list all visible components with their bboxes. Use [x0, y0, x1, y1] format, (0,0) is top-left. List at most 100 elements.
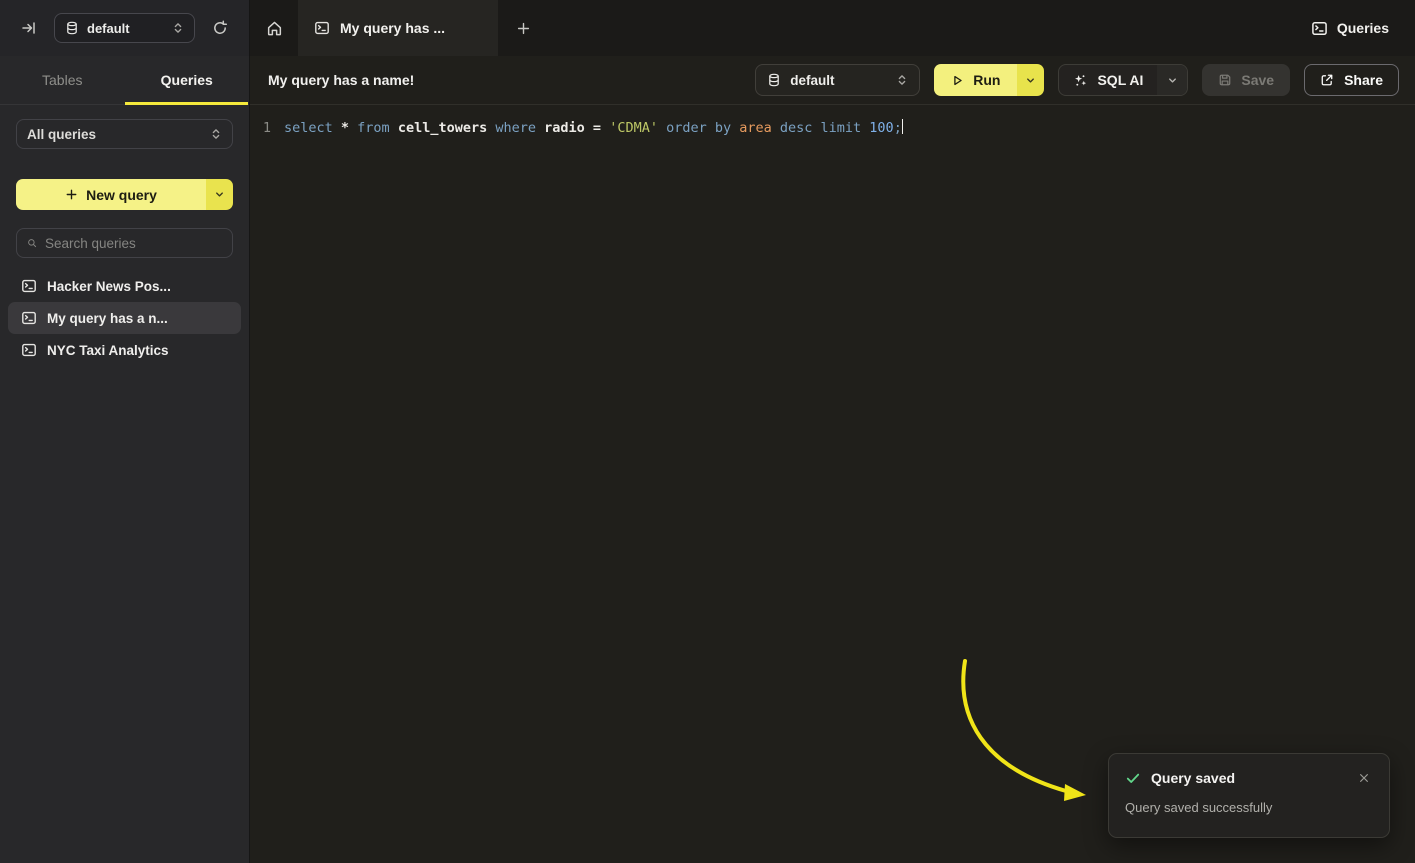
- save-label: Save: [1241, 72, 1274, 88]
- editor-database-select[interactable]: default: [755, 64, 920, 96]
- tab-my-query[interactable]: My query has ...: [298, 0, 498, 56]
- toast-query-saved: Query saved Query saved successfully: [1108, 753, 1390, 838]
- sql-token-keyword: where: [495, 120, 544, 136]
- play-icon: [951, 74, 964, 87]
- query-terminal-icon: [21, 342, 37, 358]
- line-number: 1: [250, 118, 284, 138]
- query-item-label: Hacker News Pos...: [47, 279, 171, 294]
- tabstrip: My query has ...: [250, 0, 1311, 56]
- sql-token-keyword: select: [284, 120, 341, 136]
- check-icon: [1125, 770, 1141, 786]
- close-icon: [1358, 772, 1370, 784]
- search-icon: [27, 236, 37, 250]
- editor-controls: default Run SQL AI: [755, 64, 1399, 96]
- sparkles-icon: [1073, 73, 1088, 88]
- sql-token-operator: =: [593, 120, 609, 136]
- sql-ai-split-button: SQL AI: [1058, 64, 1188, 96]
- query-list-item-hacker-news[interactable]: Hacker News Pos...: [8, 270, 241, 302]
- query-terminal-icon: [21, 310, 37, 326]
- sql-token-column: area: [739, 120, 780, 136]
- run-split-button: Run: [934, 64, 1044, 96]
- query-item-label: NYC Taxi Analytics: [47, 343, 169, 358]
- search-queries-input[interactable]: [45, 236, 222, 251]
- sql-token-number: 100: [869, 120, 893, 136]
- plus-icon: [65, 188, 78, 201]
- refresh-button[interactable]: [205, 13, 235, 43]
- sql-token-keyword: ;: [894, 120, 902, 136]
- chevron-down-icon: [1167, 75, 1178, 86]
- chevron-down-icon: [1025, 75, 1036, 86]
- topbar-queries-indicator[interactable]: Queries: [1311, 0, 1415, 56]
- chevron-updown-icon: [172, 22, 184, 34]
- query-list-item-my-query[interactable]: My query has a n...: [8, 302, 241, 334]
- queries-indicator-label: Queries: [1337, 20, 1389, 36]
- queries-terminal-icon: [1311, 20, 1328, 37]
- tab-tables[interactable]: Tables: [0, 56, 125, 104]
- sql-token-operator: *: [341, 120, 357, 136]
- sql-token-identifier: cell_towers: [398, 120, 496, 136]
- share-icon: [1320, 73, 1334, 87]
- editor-database-value: default: [790, 73, 887, 88]
- tab-queries[interactable]: Queries: [125, 56, 250, 104]
- query-list-item-nyc-taxi[interactable]: NYC Taxi Analytics: [8, 334, 241, 366]
- topbar-left: default: [0, 0, 250, 56]
- topbar-database-select[interactable]: default: [54, 13, 195, 43]
- collapse-sidebar-button[interactable]: [14, 13, 44, 43]
- database-icon: [767, 73, 781, 87]
- save-icon: [1218, 73, 1232, 87]
- chevron-updown-icon: [210, 128, 222, 140]
- topbar-database-value: default: [87, 21, 164, 36]
- share-label: Share: [1344, 72, 1383, 88]
- sidebar-body: All queries New query Hacker News: [0, 105, 249, 366]
- text-cursor: [902, 119, 904, 134]
- query-terminal-icon: [314, 20, 330, 36]
- chevron-down-icon: [214, 189, 225, 200]
- chevron-updown-icon: [896, 74, 908, 86]
- save-button[interactable]: Save: [1202, 64, 1290, 96]
- editor-header: My query has a name! default Run: [250, 56, 1415, 105]
- sql-ai-label: SQL AI: [1097, 72, 1143, 88]
- refresh-icon: [212, 20, 228, 36]
- sql-token-keyword: desc limit: [780, 120, 869, 136]
- query-item-label: My query has a n...: [47, 311, 168, 326]
- sql-console-app: default My query has ... Queries: [0, 0, 1415, 863]
- tab-label: My query has ...: [340, 20, 445, 36]
- new-tab-button[interactable]: [498, 0, 548, 56]
- sql-ai-dropdown-button[interactable]: [1157, 65, 1187, 95]
- query-list: Hacker News Pos... My query has a n... N…: [16, 270, 233, 366]
- toast-message: Query saved successfully: [1125, 800, 1373, 815]
- sql-token-keyword: from: [357, 120, 398, 136]
- sql-statement: select * from cell_towers where radio = …: [284, 118, 903, 138]
- run-label: Run: [973, 72, 1000, 88]
- new-query-label: New query: [86, 187, 157, 203]
- run-dropdown-button[interactable]: [1017, 64, 1044, 96]
- sql-token-string: 'CDMA': [609, 120, 666, 136]
- collapse-sidebar-icon: [21, 20, 37, 36]
- new-query-button[interactable]: New query: [16, 179, 206, 210]
- toast-header: Query saved: [1125, 769, 1373, 787]
- sidebar: Tables Queries All queries New query: [0, 56, 250, 863]
- search-queries-box: [16, 228, 233, 258]
- editor-pane: My query has a name! default Run: [250, 56, 1415, 863]
- code-line-1: 1 select * from cell_towers where radio …: [250, 118, 1415, 138]
- sql-editor[interactable]: 1 select * from cell_towers where radio …: [250, 105, 1415, 138]
- query-filter-select[interactable]: All queries: [16, 119, 233, 149]
- sql-ai-button[interactable]: SQL AI: [1059, 65, 1157, 95]
- toast-title: Query saved: [1151, 770, 1345, 786]
- home-icon: [266, 20, 283, 37]
- run-button[interactable]: Run: [934, 64, 1017, 96]
- new-query-dropdown-button[interactable]: [206, 179, 233, 210]
- topbar: default My query has ... Queries: [0, 0, 1415, 56]
- sql-token-identifier: radio: [544, 120, 593, 136]
- new-query-split-button: New query: [16, 179, 233, 210]
- query-title: My query has a name!: [268, 72, 414, 88]
- database-icon: [65, 21, 79, 35]
- share-button[interactable]: Share: [1304, 64, 1399, 96]
- sidebar-tabs: Tables Queries: [0, 56, 249, 105]
- sql-token-keyword: order by: [666, 120, 739, 136]
- plus-icon: [516, 21, 531, 36]
- toast-close-button[interactable]: [1355, 769, 1373, 787]
- query-terminal-icon: [21, 278, 37, 294]
- query-filter-value: All queries: [27, 127, 210, 142]
- home-button[interactable]: [250, 0, 298, 56]
